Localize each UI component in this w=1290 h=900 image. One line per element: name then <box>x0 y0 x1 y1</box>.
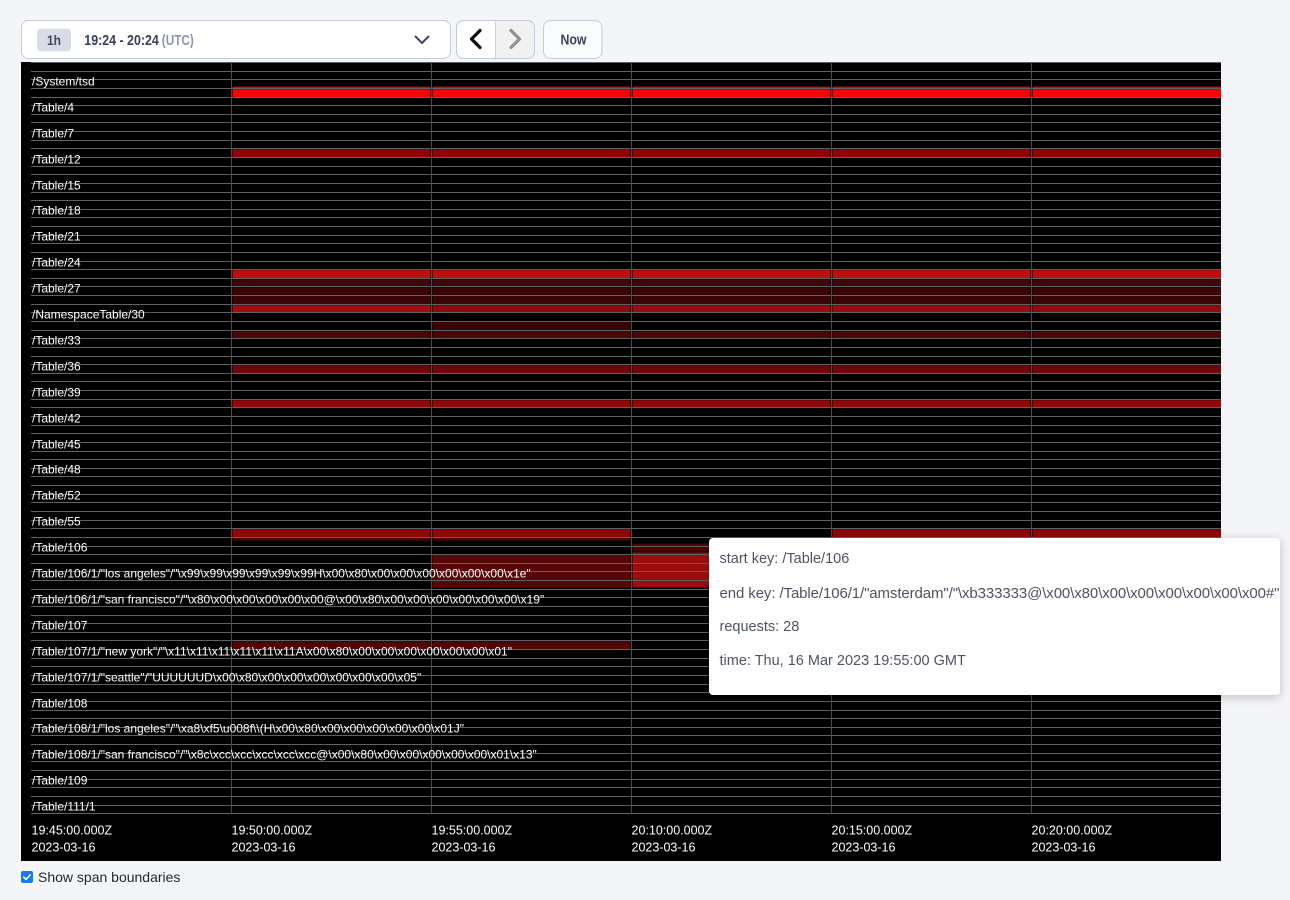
svg-text:2023-03-16: 2023-03-16 <box>32 841 96 855</box>
svg-text:/Table/107/1/"new york"/"\x11\: /Table/107/1/"new york"/"\x11\x11\x11\x1… <box>32 644 512 658</box>
svg-text:/Table/108/1/"san francisco"/": /Table/108/1/"san francisco"/"\x8c\xcc\x… <box>32 747 537 761</box>
svg-text:(UTC): (UTC) <box>162 32 194 49</box>
svg-text:20:15:00.000Z: 20:15:00.000Z <box>832 824 913 838</box>
svg-text:20:20:00.000Z: 20:20:00.000Z <box>1032 824 1113 838</box>
svg-text:/Table/7: /Table/7 <box>32 126 74 140</box>
svg-text:/Table/15: /Table/15 <box>32 178 81 192</box>
svg-text:19:50:00.000Z: 19:50:00.000Z <box>232 824 313 838</box>
svg-text:/Table/108: /Table/108 <box>32 696 88 710</box>
svg-text:/Table/4: /Table/4 <box>32 100 74 114</box>
svg-text:/Table/106/1/"los angeles"/"\x: /Table/106/1/"los angeles"/"\x99\x99\x99… <box>32 566 531 580</box>
svg-text:/Table/111/1: /Table/111/1 <box>32 799 96 813</box>
svg-text:Now: Now <box>561 32 587 49</box>
svg-text:/Table/108/1/"los angeles"/"\x: /Table/108/1/"los angeles"/"\xa8\xf5\u00… <box>32 721 464 735</box>
svg-text:/Table/109: /Table/109 <box>32 773 88 787</box>
svg-text:/Table/55: /Table/55 <box>32 514 81 528</box>
svg-text:/Table/106/1/"san francisco"/": /Table/106/1/"san francisco"/"\x80\x00\x… <box>32 592 544 606</box>
svg-text:19:55:00.000Z: 19:55:00.000Z <box>432 824 513 838</box>
svg-text:19:24 - 20:24: 19:24 - 20:24 <box>84 32 159 49</box>
svg-text:/Table/45: /Table/45 <box>32 437 81 451</box>
svg-text:/Table/39: /Table/39 <box>32 385 81 399</box>
svg-text:2023-03-16: 2023-03-16 <box>232 841 296 855</box>
svg-text:/Table/107: /Table/107 <box>32 618 88 632</box>
svg-text:/Table/107/1/"seattle"/"UUUUUU: /Table/107/1/"seattle"/"UUUUUUD\x00\x80\… <box>32 670 421 684</box>
svg-text:/Table/24: /Table/24 <box>32 255 81 269</box>
svg-text:/Table/48: /Table/48 <box>32 462 81 476</box>
svg-text:2023-03-16: 2023-03-16 <box>1032 841 1096 855</box>
svg-text:/Table/12: /Table/12 <box>32 152 81 166</box>
svg-text:/Table/33: /Table/33 <box>32 333 81 347</box>
svg-text:19:45:00.000Z: 19:45:00.000Z <box>32 824 113 838</box>
svg-text:/Table/106: /Table/106 <box>32 540 88 554</box>
svg-text:2023-03-16: 2023-03-16 <box>432 841 496 855</box>
svg-text:/Table/36: /Table/36 <box>32 359 81 373</box>
svg-text:/Table/18: /Table/18 <box>32 203 81 217</box>
svg-text:/System/tsd: /System/tsd <box>32 74 95 88</box>
svg-text:/Table/27: /Table/27 <box>32 281 81 295</box>
svg-text:1h: 1h <box>47 32 61 48</box>
svg-text:/Table/21: /Table/21 <box>32 229 81 243</box>
svg-text:2023-03-16: 2023-03-16 <box>832 841 896 855</box>
svg-text:/Table/42: /Table/42 <box>32 411 81 425</box>
svg-text:/NamespaceTable/30: /NamespaceTable/30 <box>32 307 145 321</box>
svg-text:/Table/52: /Table/52 <box>32 488 81 502</box>
svg-text:2023-03-16: 2023-03-16 <box>632 841 696 855</box>
svg-text:20:10:00.000Z: 20:10:00.000Z <box>632 824 713 838</box>
